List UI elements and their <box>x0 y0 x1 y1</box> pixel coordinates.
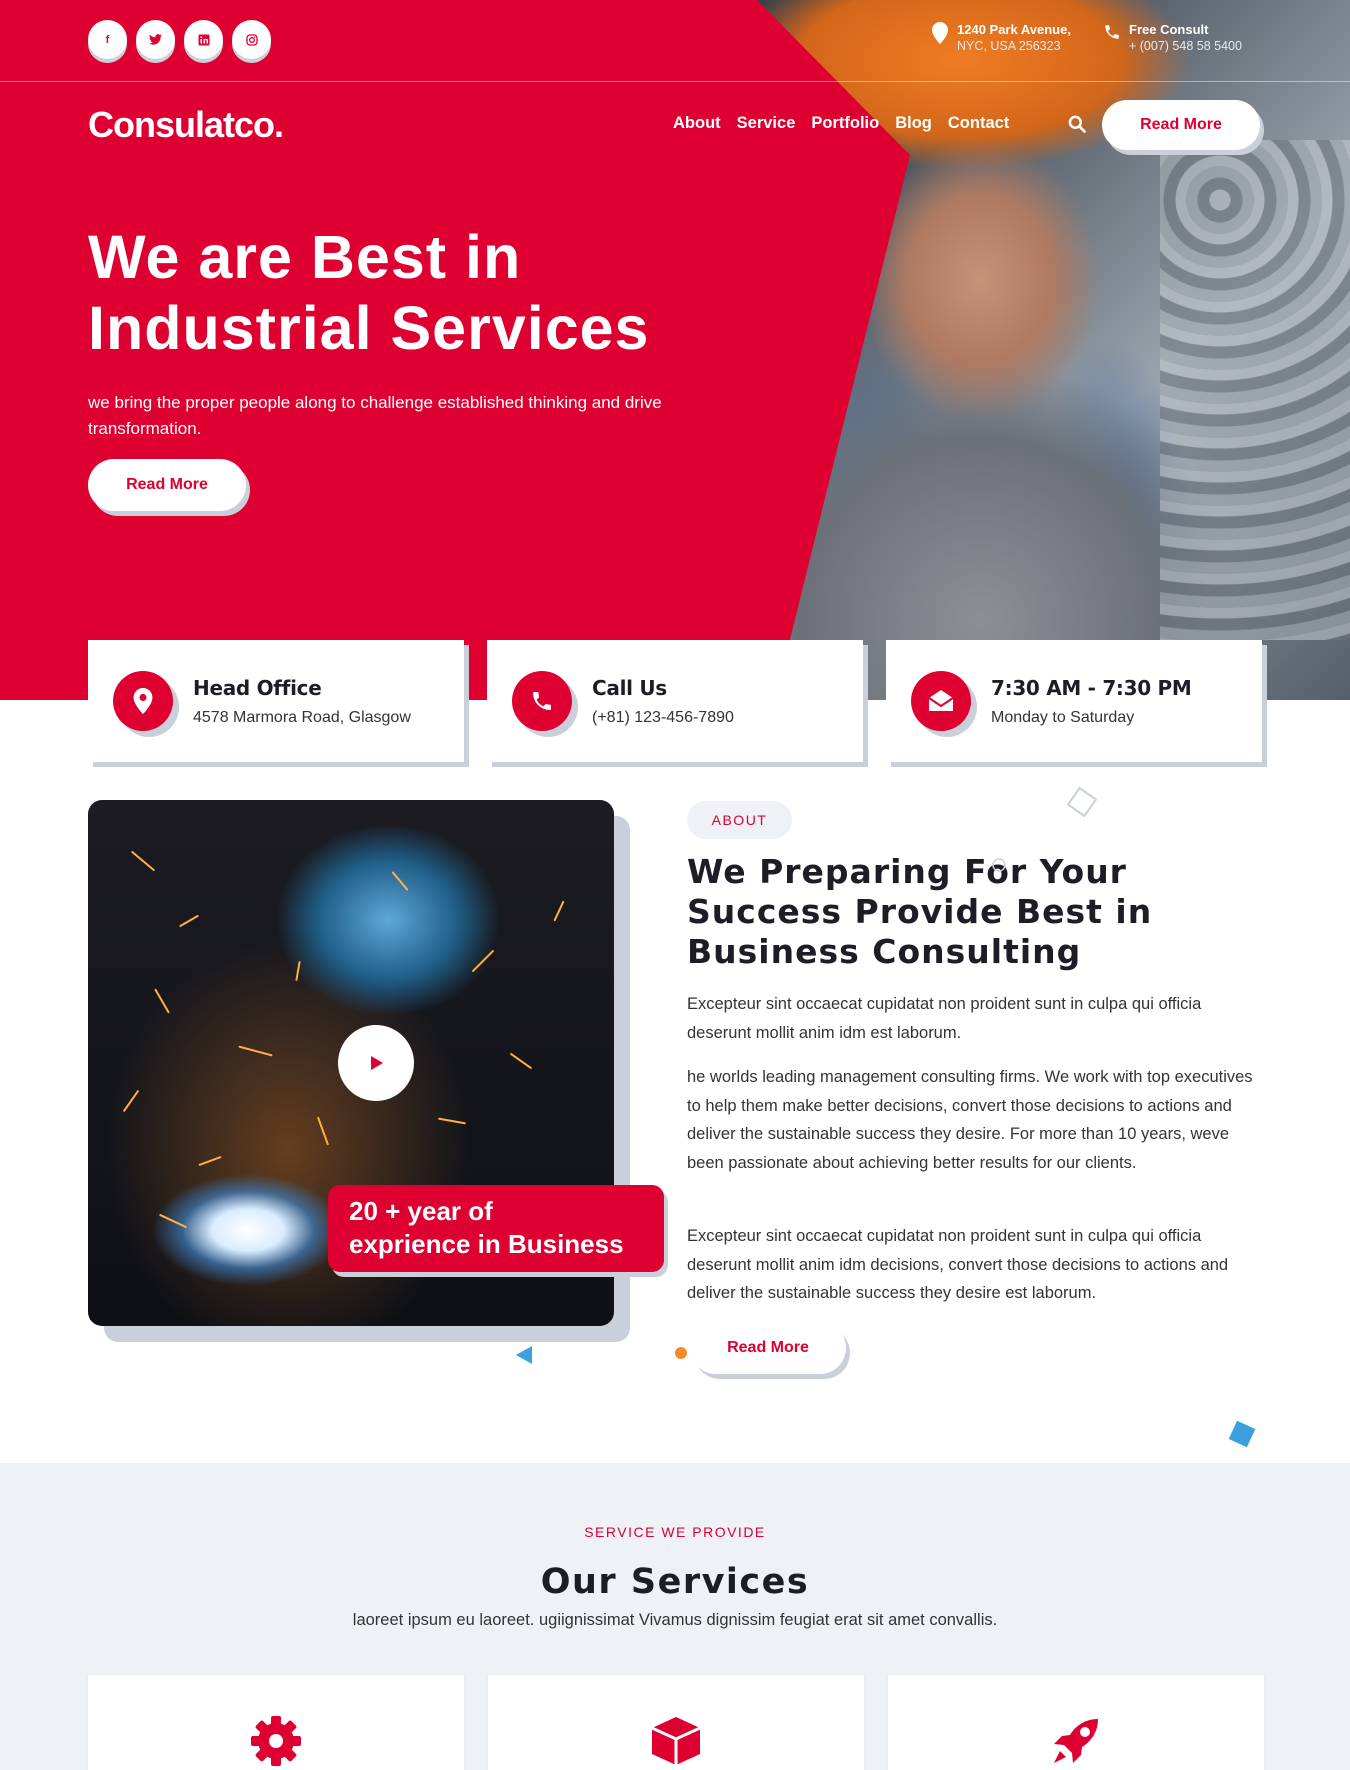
twitter-icon[interactable] <box>136 20 175 59</box>
main-nav: About Service Portfolio Blog Contact <box>673 114 1009 133</box>
site-logo[interactable]: Consulatco. <box>88 104 284 146</box>
nav-read-more-button[interactable]: Read More <box>1102 100 1260 150</box>
gear-icon <box>251 1716 301 1766</box>
hero-title-line-2: Industrial Services <box>88 294 650 362</box>
decor-triangle <box>516 1346 532 1364</box>
topbar-divider <box>0 81 1350 82</box>
info-card-text: Monday to Saturday <box>991 708 1135 726</box>
decor-dot <box>675 1347 687 1359</box>
about-paragraph-2: he worlds leading management consulting … <box>687 1068 1253 1172</box>
play-icon[interactable] <box>338 1025 414 1101</box>
about-paragraph-1: Excepteur sint occaecat cupidatat non pr… <box>687 995 1202 1042</box>
topbar-phone: Free Consult + (007) 548 58 5400 <box>1103 22 1242 55</box>
service-card[interactable] <box>488 1675 864 1770</box>
hero-text: we bring the proper people along to chal… <box>88 393 662 438</box>
map-pin-icon <box>113 671 173 731</box>
box-icon <box>651 1717 701 1765</box>
service-card[interactable] <box>88 1675 464 1770</box>
decor-circle-outline <box>992 858 1006 872</box>
instagram-icon[interactable] <box>232 20 271 59</box>
address-title: 1240 Park Avenue, <box>957 22 1071 37</box>
phone-sub[interactable]: + (007) 548 58 5400 <box>1129 38 1242 55</box>
social-links: f <box>88 20 271 59</box>
envelope-open-icon <box>911 671 971 731</box>
page: f 1240 Park Avenue, NYC, USA 256323 Free… <box>0 0 1350 1770</box>
decor-square-outline <box>1066 786 1098 818</box>
experience-line-1: 20 + year of <box>349 1196 493 1226</box>
phone-icon <box>512 671 572 731</box>
phone-title: Free Consult <box>1129 22 1209 37</box>
nav-item-blog[interactable]: Blog <box>895 114 932 133</box>
services-title: Our Services <box>540 1562 810 1602</box>
nav-item-service[interactable]: Service <box>737 114 796 133</box>
info-card-head-office: Head Office 4578 Marmora Road, Glasgow <box>88 640 464 762</box>
address-sub: NYC, USA 256323 <box>957 39 1061 53</box>
about-tag: ABOUT <box>687 801 792 839</box>
service-card[interactable] <box>888 1675 1264 1770</box>
hero-read-more-button[interactable]: Read More <box>88 459 246 511</box>
phone-icon <box>1103 22 1121 44</box>
experience-line-2: exprience in Business <box>349 1229 624 1259</box>
nav-item-portfolio[interactable]: Portfolio <box>811 114 879 133</box>
rocket-icon <box>1054 1719 1098 1763</box>
decor-square-filled <box>1228 1420 1256 1448</box>
topbar-address: 1240 Park Avenue, NYC, USA 256323 <box>931 22 1071 55</box>
about-read-more-button[interactable]: Read More <box>690 1322 846 1374</box>
services-subtitle: laoreet ipsum eu laoreet. ugiignissimat … <box>352 1611 998 1629</box>
info-card-hours: 7:30 AM - 7:30 PM Monday to Saturday <box>886 640 1262 762</box>
info-card-call-us: Call Us (+81) 123-456-7890 <box>487 640 863 762</box>
experience-badge: 20 + year of exprience in Business <box>328 1185 664 1272</box>
linkedin-icon[interactable] <box>184 20 223 59</box>
nav-item-contact[interactable]: Contact <box>948 114 1009 133</box>
services-tag: SERVICE WE PROVIDE <box>563 1512 787 1552</box>
facebook-icon[interactable]: f <box>88 20 127 59</box>
info-cards: Head Office 4578 Marmora Road, Glasgow C… <box>88 640 1262 762</box>
info-card-title: Call Us <box>592 675 667 700</box>
about-title: We Preparing For Your Success Provide Be… <box>687 852 1153 971</box>
info-card-title: 7:30 AM - 7:30 PM <box>991 675 1192 700</box>
hero-title: We are Best in Industrial Services <box>88 222 728 364</box>
search-icon[interactable] <box>1067 114 1087 134</box>
info-card-title: Head Office <box>193 675 322 700</box>
info-card-text: 4578 Marmora Road, Glasgow <box>193 708 411 726</box>
map-pin-icon <box>931 22 949 44</box>
hero-section: f 1240 Park Avenue, NYC, USA 256323 Free… <box>0 0 1350 700</box>
nav-item-about[interactable]: About <box>673 114 721 133</box>
info-card-text[interactable]: (+81) 123-456-7890 <box>592 709 734 727</box>
about-paragraph-3: Excepteur sint occaecat cupidatat non pr… <box>687 1227 1229 1302</box>
hero-title-line-1: We are Best in <box>88 223 522 291</box>
